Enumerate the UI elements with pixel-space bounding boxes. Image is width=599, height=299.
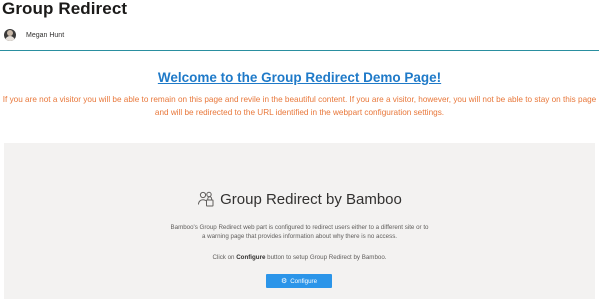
page-title: Group Redirect bbox=[2, 0, 128, 18]
gear-icon: ⚙ bbox=[280, 277, 288, 285]
configure-button-label: Configure bbox=[290, 277, 318, 285]
webpart-placeholder: Group Redirect by Bamboo Bamboo's Group … bbox=[4, 143, 595, 299]
webpart-brand: Group Redirect by Bamboo bbox=[4, 190, 595, 208]
hint-prefix: Click on bbox=[212, 254, 237, 261]
visitor-notice: If you are not a visitor you will be abl… bbox=[2, 95, 597, 117]
welcome-heading: Welcome to the Group Redirect Demo Page! bbox=[157, 70, 442, 85]
hint-configure-word: Configure bbox=[236, 254, 266, 261]
avatar[interactable] bbox=[4, 29, 16, 41]
configure-button[interactable]: ⚙ Configure bbox=[266, 274, 332, 288]
people-settings-icon bbox=[197, 190, 215, 208]
webpart-title: Group Redirect by Bamboo bbox=[220, 190, 402, 208]
author-byline: Megan Hunt bbox=[4, 29, 64, 41]
author-name[interactable]: Megan Hunt bbox=[26, 32, 64, 39]
webpart-description: Bamboo's Group Redirect web part is conf… bbox=[4, 223, 595, 241]
hint-suffix: button to setup Group Redirect by Bamboo… bbox=[265, 254, 387, 261]
webpart-description-text: Bamboo's Group Redirect web part is conf… bbox=[170, 224, 429, 240]
configure-hint: Click on Configure button to setup Group… bbox=[4, 254, 595, 261]
header-divider bbox=[0, 50, 599, 51]
